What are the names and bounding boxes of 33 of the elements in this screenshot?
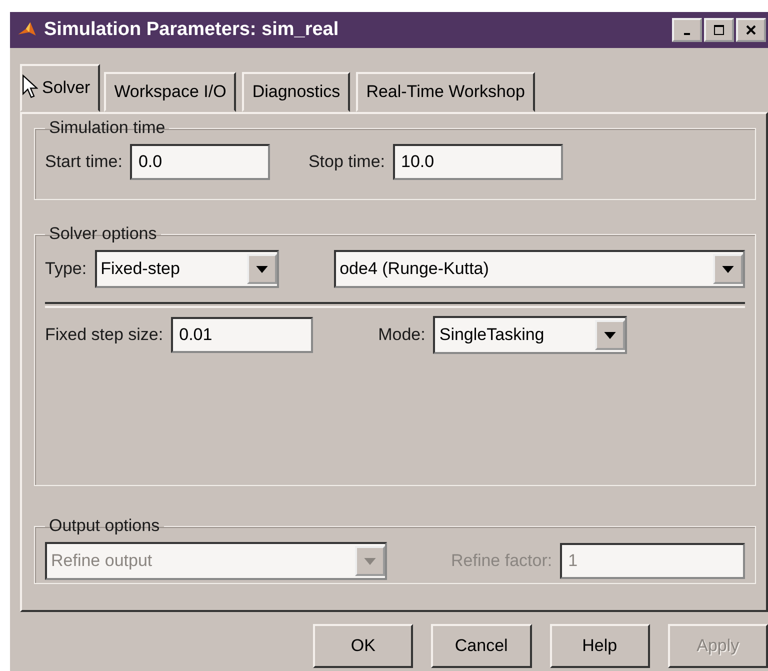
- close-icon: [745, 24, 757, 36]
- step-size-field[interactable]: 0.01: [171, 317, 314, 353]
- group-title: Simulation time: [48, 118, 166, 138]
- solver-type-dropdown[interactable]: Fixed-step: [94, 250, 279, 288]
- maximize-button[interactable]: [704, 18, 734, 42]
- caret-icon: [604, 332, 616, 338]
- close-button[interactable]: [736, 18, 766, 42]
- stop-time-field[interactable]: 10.0: [393, 144, 564, 180]
- mouse-pointer-icon: [22, 74, 38, 100]
- tab[interactable]: Diagnostics: [242, 72, 350, 112]
- caret-icon: [256, 266, 268, 272]
- caret-icon: [722, 266, 734, 272]
- caret-icon: [364, 558, 376, 564]
- group-title: Output options: [48, 516, 161, 536]
- dialog-button[interactable]: Help: [550, 624, 650, 668]
- field-label: Start time:: [45, 152, 122, 172]
- maximize-icon: [713, 24, 725, 36]
- tab[interactable]: Real-Time Workshop: [356, 72, 535, 112]
- tab[interactable]: Solver: [20, 64, 100, 112]
- field-label: Mode:: [378, 325, 426, 345]
- field-label: Fixed step size:: [45, 325, 164, 345]
- mode-dropdown[interactable]: SingleTasking: [433, 316, 628, 354]
- tab[interactable]: Workspace I/O: [104, 72, 236, 112]
- field-label: Refine factor:: [451, 551, 552, 571]
- window-title: Simulation Parameters: sim_real: [44, 19, 339, 41]
- minimize-icon: [684, 33, 690, 35]
- dialog-button[interactable]: OK: [313, 624, 414, 668]
- group-title: Solver options: [48, 224, 158, 244]
- start-time-field[interactable]: 0.0: [130, 144, 270, 180]
- field-label: Stop time:: [308, 152, 386, 172]
- solver-dropdown[interactable]: ode4 (Runge-Kutta): [334, 250, 745, 288]
- dialog-button[interactable]: Cancel: [431, 624, 532, 668]
- field-label: Type:: [45, 259, 87, 279]
